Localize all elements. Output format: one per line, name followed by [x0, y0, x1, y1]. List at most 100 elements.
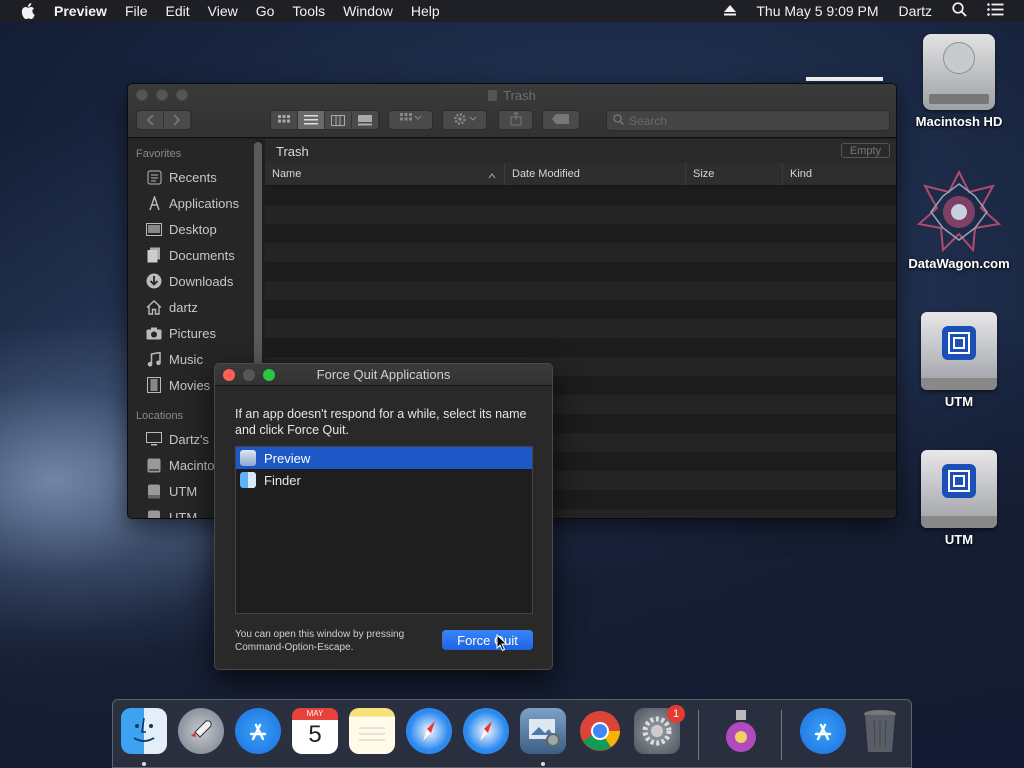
force-quit-dialog: Force Quit Applications If an app doesn'… [214, 363, 553, 670]
hint-line-1: You can open this window by pressing [235, 629, 405, 640]
tag-icon [552, 113, 570, 127]
column-size[interactable]: Size [686, 163, 783, 185]
sidebar-label: Downloads [169, 273, 234, 289]
sidebar-label: Macinto [169, 457, 215, 473]
menu-clock[interactable]: Thu May 5 9:09 PM [756, 3, 878, 19]
apple-menu-icon[interactable] [19, 2, 37, 20]
action-gear-button[interactable] [442, 110, 487, 130]
app-row-preview[interactable]: Preview [236, 447, 532, 469]
menu-app-name[interactable]: Preview [54, 3, 107, 19]
sidebar-item-desktop[interactable]: Desktop [128, 216, 256, 242]
share-icon [510, 110, 522, 129]
sort-ascending-icon [488, 170, 496, 182]
desktop-icon-utm-2[interactable]: UTM [904, 450, 1014, 547]
sidebar-item-home[interactable]: dartz [128, 294, 256, 320]
search-placeholder: Search [629, 113, 668, 128]
force-quit-hint: You can open this window by pressing Com… [235, 628, 445, 654]
app-row-finder[interactable]: Finder [236, 469, 532, 491]
menu-tools[interactable]: Tools [292, 3, 325, 19]
column-name[interactable]: Name [265, 163, 505, 185]
trash-icon [488, 90, 498, 101]
desktop-icon-datawagon[interactable]: DataWagon.com [904, 169, 1014, 271]
desktop-icon [145, 221, 163, 237]
hint-line-2: Command-Option-Escape. [235, 642, 354, 653]
minimize-button[interactable] [243, 369, 255, 381]
sidebar-item-recents[interactable]: Recents [128, 164, 256, 190]
menu-help[interactable]: Help [411, 3, 440, 19]
finder-search-input[interactable]: Search [606, 110, 890, 131]
sidebar-label: UTM [169, 483, 198, 499]
drive-icon [145, 483, 163, 499]
menu-bar: Preview File Edit View Go Tools Window H… [0, 0, 1024, 22]
sidebar-label: dartz [169, 299, 198, 315]
dock-safari-icon[interactable] [406, 708, 452, 754]
gallery-view-icon[interactable] [352, 111, 379, 129]
utm-logo-icon [942, 326, 976, 360]
share-button[interactable] [498, 110, 533, 130]
documents-icon [145, 247, 163, 263]
finder-title-text: Trash [503, 88, 536, 103]
path-label: Trash [276, 143, 309, 159]
sidebar-label: Applications [169, 195, 240, 211]
back-icon[interactable] [137, 111, 164, 129]
dock-separator [698, 710, 699, 760]
list-view-icon[interactable] [298, 111, 325, 129]
desktop-icon-label: UTM [944, 394, 974, 409]
dock-app-store-download-icon[interactable] [800, 708, 846, 754]
drive-vents [929, 94, 989, 104]
dock-app-store-icon[interactable] [235, 708, 281, 754]
finder-toolbar: Trash Search [128, 84, 896, 138]
menu-view[interactable]: View [208, 3, 238, 19]
desktop-icon-label: Macintosh HD [915, 114, 1003, 129]
menu-edit[interactable]: Edit [166, 3, 190, 19]
dock-finder-icon[interactable] [121, 708, 167, 754]
notification-badge: 1 [667, 705, 685, 723]
dock-chrome-icon[interactable] [577, 708, 623, 754]
spotlight-search-icon[interactable] [952, 2, 967, 20]
force-quit-button[interactable]: Force Quit [442, 630, 533, 650]
utm-logo-icon [942, 464, 976, 498]
downloads-icon [145, 273, 163, 289]
menu-window[interactable]: Window [343, 3, 393, 19]
icon-view-icon[interactable] [271, 111, 298, 129]
notification-center-icon[interactable] [987, 3, 1004, 19]
menu-file[interactable]: File [125, 3, 148, 19]
sidebar-label: Movies [169, 377, 211, 393]
gear-icon [453, 112, 477, 129]
sidebar-item-downloads[interactable]: Downloads [128, 268, 256, 294]
dock-preview-icon[interactable] [520, 708, 566, 754]
column-date-modified[interactable]: Date Modified [505, 163, 686, 185]
view-mode-group [270, 110, 380, 130]
force-quit-window-controls [223, 369, 275, 381]
dock-notes-icon[interactable] [349, 708, 395, 754]
forward-icon[interactable] [164, 111, 191, 129]
sidebar-item-documents[interactable]: Documents [128, 242, 256, 268]
dock-launchpad-icon[interactable] [178, 708, 224, 754]
datawagon-logo-icon [916, 169, 1002, 253]
close-button[interactable] [223, 369, 235, 381]
desktop-icon-utm-1[interactable]: UTM [904, 312, 1014, 409]
menu-go[interactable]: Go [256, 3, 275, 19]
sidebar-item-applications[interactable]: Applications [128, 190, 256, 216]
column-kind[interactable]: Kind [783, 163, 896, 185]
dock-calendar-icon[interactable]: MAY 5 [292, 708, 338, 754]
zoom-button[interactable] [263, 369, 275, 381]
tags-button[interactable] [542, 110, 580, 130]
dock-safari-icon-2[interactable] [463, 708, 509, 754]
sidebar-item-pictures[interactable]: Pictures [128, 320, 256, 346]
column-view-icon[interactable] [325, 111, 352, 129]
desktop-icon-macintosh-hd[interactable]: Macintosh HD [904, 34, 1014, 129]
eject-icon[interactable] [724, 3, 737, 19]
column-name-label: Name [272, 168, 302, 180]
desktop-icon-label: DataWagon.com [908, 256, 1010, 271]
music-icon [145, 351, 163, 367]
hard-drive-icon [923, 34, 995, 110]
menu-user[interactable]: Dartz [899, 3, 932, 19]
desktop-icon-label: UTM [944, 532, 974, 547]
empty-trash-button[interactable]: Empty [840, 143, 890, 158]
clock-icon [145, 169, 163, 185]
group-by-button[interactable] [388, 110, 433, 130]
dock-installer-icon[interactable] [718, 708, 764, 754]
dock-trash-icon[interactable] [857, 708, 903, 754]
sidebar-label: Music [169, 351, 203, 367]
